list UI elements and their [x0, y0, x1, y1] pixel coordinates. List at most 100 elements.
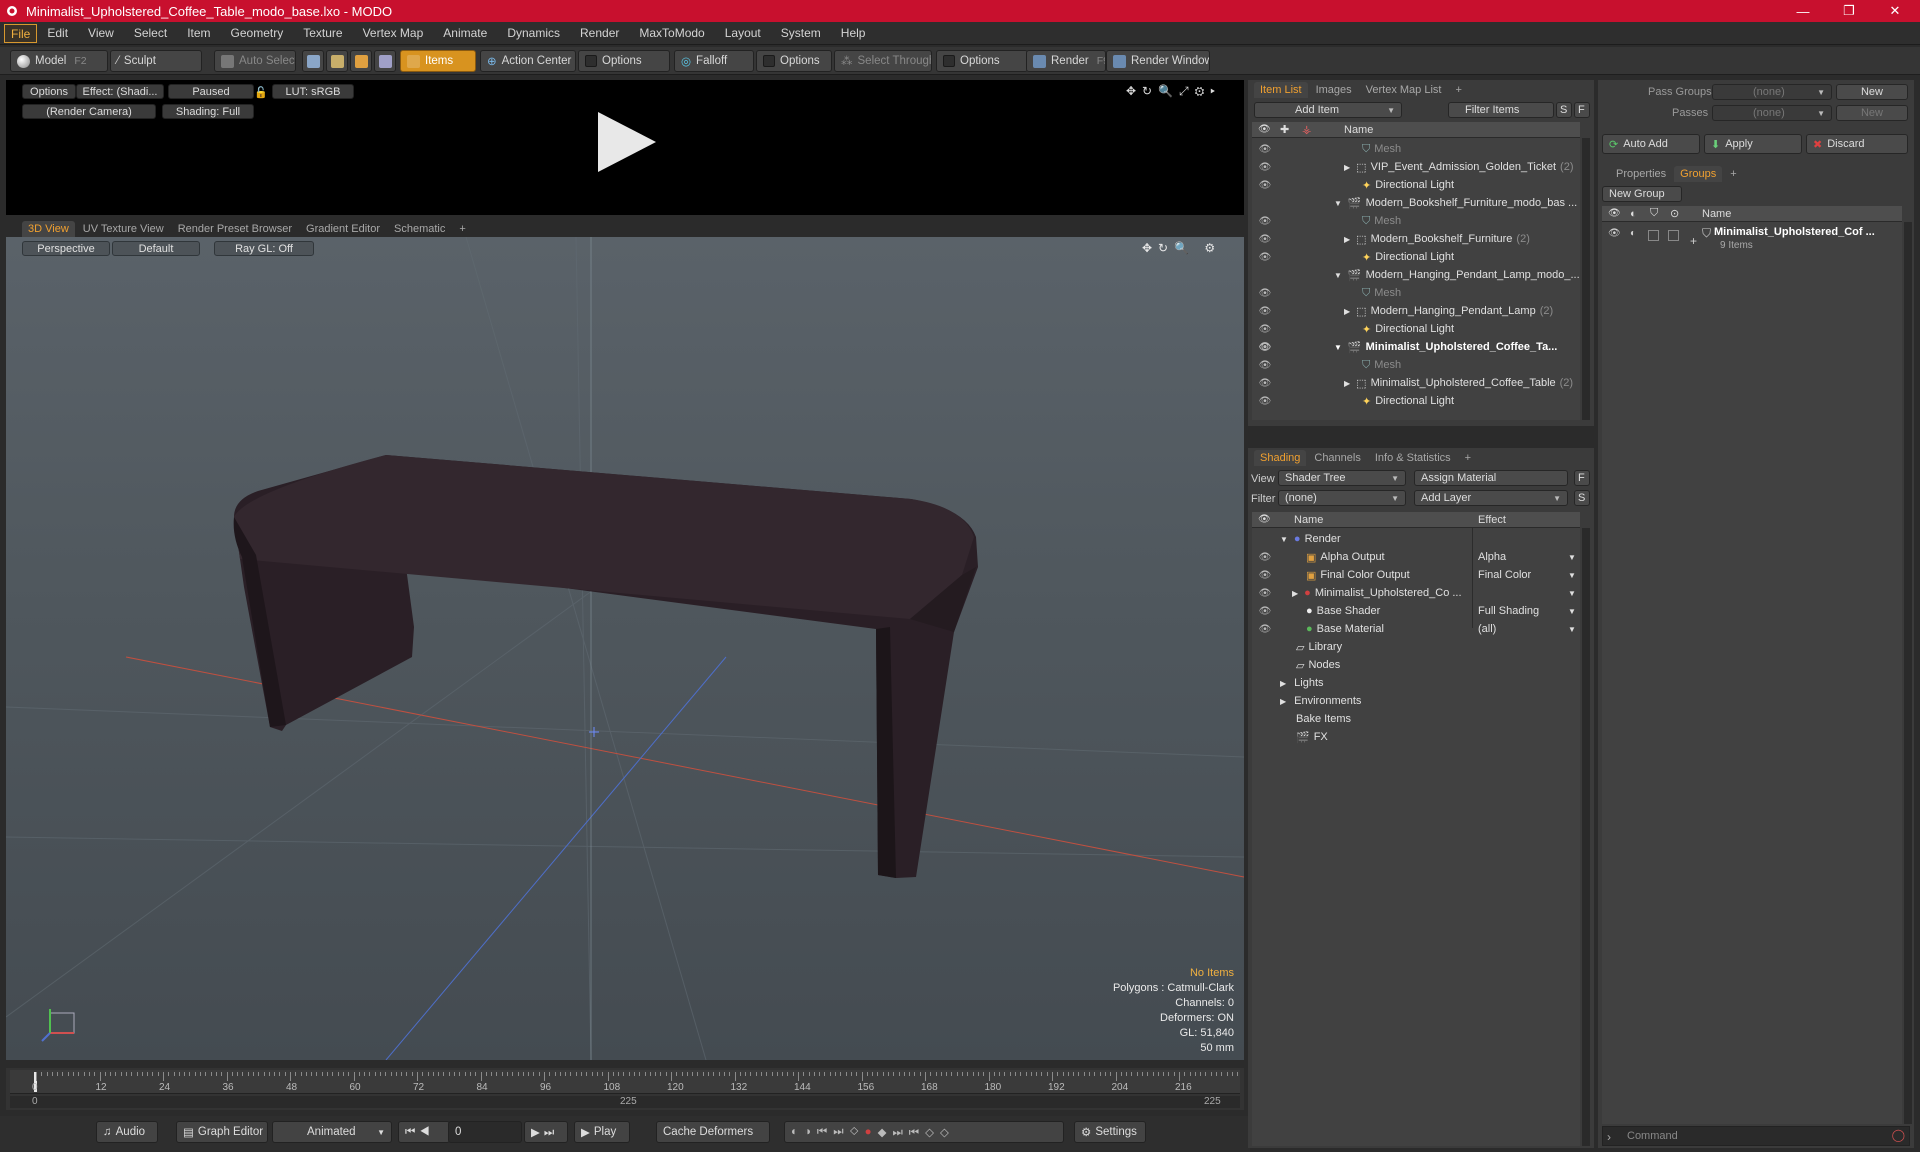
groups-list[interactable]: 👁 ◐ + ⛉ Minimalist_Upholstered_Cof ... 9…	[1602, 222, 1902, 1124]
tab-render-preset-browser[interactable]: Render Preset Browser	[172, 221, 298, 237]
shading-f-button[interactable]: F	[1574, 470, 1590, 486]
add-item-dropdown[interactable]: Add Item ▼	[1254, 102, 1402, 118]
list-item[interactable]: 👁 ⛉ Mesh	[1252, 284, 1580, 302]
animated-dropdown[interactable]: Animated ▼	[272, 1121, 392, 1143]
list-item[interactable]: 👁 ● Base Shader Full Shading ▼	[1252, 602, 1580, 620]
visibility-eye-icon[interactable]: 👁	[1258, 396, 1272, 407]
add-tab-icon[interactable]: +	[1724, 166, 1742, 182]
list-item[interactable]: 👁 ▶ ⬚ Minimalist_Upholstered_Coffee_Table (2…	[1252, 374, 1580, 392]
skip-back-controls[interactable]: ⏮◀	[398, 1121, 450, 1143]
list-item[interactable]: Bake Items	[1252, 710, 1580, 728]
list-item[interactable]: 👁 ✦ Directional Light	[1252, 320, 1580, 338]
filter-f-button[interactable]: F	[1574, 102, 1590, 118]
menu-render[interactable]: Render	[570, 24, 629, 43]
item-list-tree[interactable]: 👁 ⛉ Mesh 👁 ▶ ⬚ VIP_Event_Admission_Golden_Tic…	[1252, 138, 1580, 420]
tab-vertex-map-list[interactable]: Vertex Map List	[1360, 82, 1448, 98]
timeline[interactable]: 0 12 24 36 48 60 72 84 96 108 120 132 144 156 168 180 19…	[6, 1068, 1244, 1110]
visibility-eye-icon[interactable]: 👁	[1258, 606, 1272, 617]
tab-uv-texture-view[interactable]: UV Texture View	[77, 221, 170, 237]
tab-properties[interactable]: Properties	[1610, 166, 1672, 182]
expand-arrow-icon[interactable]: ▶	[1344, 163, 1350, 172]
shader-tree[interactable]: ▼ ● Render 👁 ▣ Alpha Output Alpha ▼ 👁 ▣ Final Co…	[1252, 528, 1580, 1146]
tab-channels[interactable]: Channels	[1308, 450, 1366, 466]
play-button[interactable]: ▶ Play	[574, 1121, 630, 1143]
key-controls[interactable]: ◐◑⏮⏭◇ ● ◆⏭⏮◇◇	[784, 1121, 1064, 1143]
preview-view-controls-icon[interactable]: ✥↻🔍⤢⚙▸	[1126, 84, 1221, 99]
lock-icon[interactable]: 🔓	[254, 86, 268, 99]
list-item[interactable]: 👁 ▶ ⬚ VIP_Event_Admission_Golden_Ticket (2)	[1252, 158, 1580, 176]
action-center-button[interactable]: ⊕ Action Center	[480, 50, 576, 72]
render-options-button[interactable]: Options	[22, 84, 76, 99]
select-through-options-button[interactable]: Options	[936, 50, 1028, 72]
minimize-icon[interactable]: —	[1780, 0, 1826, 22]
tab-3d-view[interactable]: 3D View	[22, 221, 75, 237]
groups-scrollbar[interactable]	[1904, 222, 1912, 1124]
tab-shading[interactable]: Shading	[1254, 450, 1307, 466]
menu-layout[interactable]: Layout	[715, 24, 771, 43]
chevron-down-icon[interactable]: ▼	[1568, 607, 1576, 616]
expand-arrow-icon[interactable]: ▶	[1344, 235, 1350, 244]
visibility-eye-icon[interactable]: 👁	[1258, 624, 1272, 635]
view-navigation-icons[interactable]: ✥↻🔍 ⚙	[1142, 241, 1221, 255]
tab-groups[interactable]: Groups	[1674, 166, 1723, 182]
range-slider[interactable]: 0 225 225	[10, 1096, 1240, 1108]
sculpt-button[interactable]: ⁄ Sculpt	[110, 50, 202, 72]
group-row[interactable]: 👁 ◐ + ⛉ Minimalist_Upholstered_Cof ... 9…	[1602, 224, 1902, 254]
list-item[interactable]: 👁 ▶ ⬚ Modern_Bookshelf_Furniture (2)	[1252, 230, 1580, 248]
item-list-scrollbar[interactable]	[1582, 138, 1590, 420]
chevron-down-icon[interactable]: ▼	[1568, 589, 1576, 598]
falloff-options-button[interactable]: Options	[756, 50, 832, 72]
falloff-button[interactable]: ◎ Falloff	[674, 50, 754, 72]
model-button[interactable]: Model F2	[10, 50, 108, 72]
visibility-eye-icon[interactable]: 👁	[1258, 570, 1272, 581]
list-item[interactable]: 👁 ✦ Directional Light	[1252, 248, 1580, 266]
play-icon[interactable]	[590, 108, 660, 181]
list-item[interactable]: 👁 ✦ Directional Light	[1252, 392, 1580, 410]
filter-dropdown[interactable]: (none) ▼	[1278, 490, 1406, 506]
list-item[interactable]: 👁 ● Base Material (all) ▼	[1252, 620, 1580, 638]
list-item[interactable]: 👁 ▼ 🎬 Minimalist_Upholstered_Coffee_Ta...	[1252, 338, 1580, 356]
visibility-eye-icon[interactable]: 👁	[1258, 162, 1272, 173]
tab-images[interactable]: Images	[1310, 82, 1358, 98]
menu-maxtomodo[interactable]: MaxToModo	[629, 24, 714, 43]
list-item[interactable]: 👁 ▣ Alpha Output Alpha ▼	[1252, 548, 1580, 566]
new-pass-group-button[interactable]: New	[1836, 84, 1908, 100]
menu-edit[interactable]: Edit	[37, 24, 78, 43]
assign-material-dropdown[interactable]: Assign Material	[1414, 470, 1568, 486]
materials-mode-button[interactable]	[374, 50, 396, 72]
perspective-dropdown[interactable]: Perspective	[22, 241, 110, 256]
collapse-arrow-icon[interactable]: ▼	[1280, 535, 1288, 544]
visibility-eye-icon[interactable]: 👁	[1258, 234, 1272, 245]
menu-file[interactable]: File	[4, 23, 38, 43]
default-shading-dropdown[interactable]: Default	[112, 241, 200, 256]
visibility-eye-icon[interactable]: 👁	[1258, 216, 1272, 227]
filter-items-input[interactable]: Filter Items	[1448, 102, 1554, 118]
chevron-down-icon[interactable]: ▼	[1568, 571, 1576, 580]
audio-button[interactable]: ♫ Audio	[96, 1121, 158, 1143]
auto-select-button[interactable]: Auto Select	[214, 50, 296, 72]
list-item[interactable]: 👁 ⛉ Mesh	[1252, 212, 1580, 230]
collapse-arrow-icon[interactable]: ▼	[1334, 343, 1342, 352]
select-through-button[interactable]: ⁂ Select Through	[834, 50, 932, 72]
list-item[interactable]: ▱ Nodes	[1252, 656, 1580, 674]
list-item[interactable]: 👁 ▶ ⬚ Modern_Hanging_Pendant_Lamp (2)	[1252, 302, 1580, 320]
list-item[interactable]: 👁 ▣ Final Color Output Final Color ▼	[1252, 566, 1580, 584]
items-mode-button[interactable]: Items	[400, 50, 476, 72]
passes-dropdown[interactable]: (none) ▼	[1712, 105, 1832, 121]
visibility-eye-icon[interactable]: 👁	[1258, 342, 1272, 353]
shading-s-button[interactable]: S	[1574, 490, 1590, 506]
visibility-eye-icon[interactable]: 👁	[1258, 324, 1272, 335]
lut-dropdown[interactable]: LUT: sRGB	[272, 84, 354, 99]
visibility-eye-icon[interactable]: 👁	[1258, 144, 1272, 155]
settings-button[interactable]: ⚙ Settings	[1074, 1121, 1146, 1143]
add-tab-icon[interactable]: +	[1459, 450, 1477, 466]
menu-dynamics[interactable]: Dynamics	[497, 24, 570, 43]
auto-add-button[interactable]: ⟳ Auto Add	[1602, 134, 1700, 154]
discard-button[interactable]: ✖ Discard	[1806, 134, 1908, 154]
menu-select[interactable]: Select	[124, 24, 177, 43]
new-group-button[interactable]: New Group	[1602, 186, 1682, 202]
menu-geometry[interactable]: Geometry	[221, 24, 294, 43]
list-item[interactable]: 👁 ⛉ Mesh	[1252, 356, 1580, 374]
frame-input[interactable]: 0	[448, 1121, 522, 1143]
list-item[interactable]: 🎬 FX	[1252, 728, 1580, 746]
